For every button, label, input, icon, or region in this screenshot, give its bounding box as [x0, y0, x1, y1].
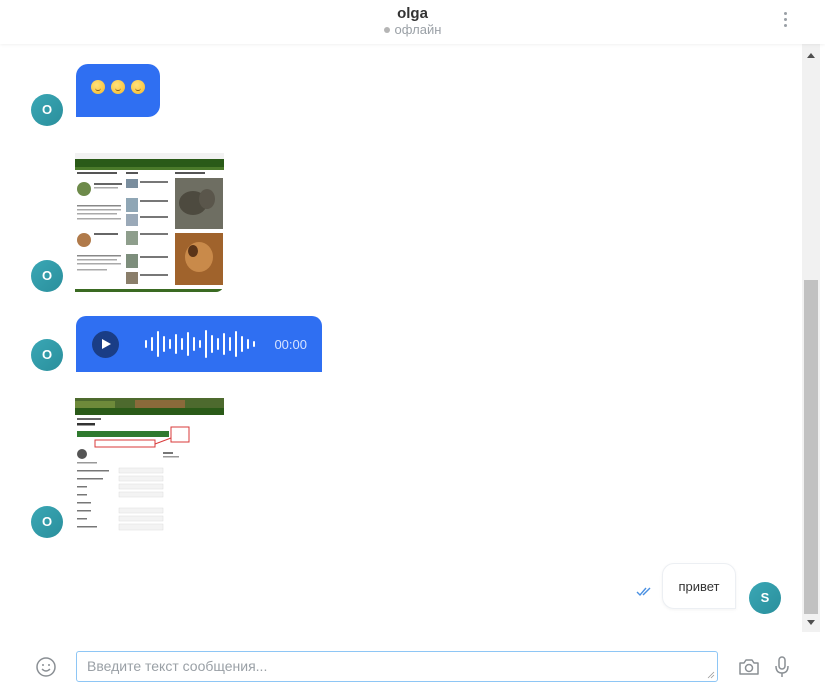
message-input-wrapper — [76, 651, 718, 682]
image-message[interactable] — [75, 398, 224, 536]
avatar[interactable]: O — [31, 94, 63, 126]
message-text: привет — [678, 579, 720, 594]
microphone-icon[interactable] — [772, 655, 792, 679]
message-list: O O O 00:00 O привет S — [0, 44, 802, 632]
grin-emoji-icon — [111, 80, 125, 95]
grin-emoji-icon — [131, 80, 146, 95]
avatar[interactable]: O — [31, 339, 63, 371]
offline-dot-icon — [383, 26, 390, 33]
scroll-down-icon[interactable] — [802, 616, 820, 628]
message-composer — [0, 640, 825, 692]
camera-icon[interactable] — [738, 657, 760, 677]
image-message[interactable] — [75, 153, 224, 292]
emoji-message-bubble — [76, 64, 160, 117]
avatar[interactable]: O — [31, 260, 63, 292]
contact-status: офлайн — [0, 22, 825, 37]
voice-message: 00:00 — [76, 316, 322, 372]
grin-emoji-icon — [90, 80, 105, 95]
scrollbar[interactable] — [802, 44, 820, 632]
avatar[interactable]: O — [31, 506, 63, 538]
message-input[interactable] — [77, 652, 717, 681]
scroll-thumb[interactable] — [804, 280, 818, 614]
more-options-icon[interactable] — [779, 10, 791, 32]
chat-window: olga офлайн O O O 00:00 O привет S Введи… — [0, 0, 825, 692]
website-screenshot-thumbnail — [75, 398, 224, 536]
avatar[interactable]: S — [749, 582, 781, 614]
status-text: офлайн — [394, 22, 442, 37]
chat-header: olga офлайн — [0, 0, 825, 44]
read-double-check-icon — [636, 587, 651, 597]
emoji-picker-icon[interactable] — [35, 656, 57, 678]
play-icon[interactable] — [92, 331, 119, 358]
waveform-icon[interactable] — [144, 329, 256, 359]
outgoing-message-bubble: привет — [662, 563, 736, 609]
resize-grip-icon[interactable] — [707, 671, 715, 679]
voice-duration: 00:00 — [274, 337, 307, 352]
website-screenshot-thumbnail — [75, 153, 224, 292]
scroll-up-icon[interactable] — [802, 50, 820, 62]
contact-name: olga — [397, 5, 428, 22]
